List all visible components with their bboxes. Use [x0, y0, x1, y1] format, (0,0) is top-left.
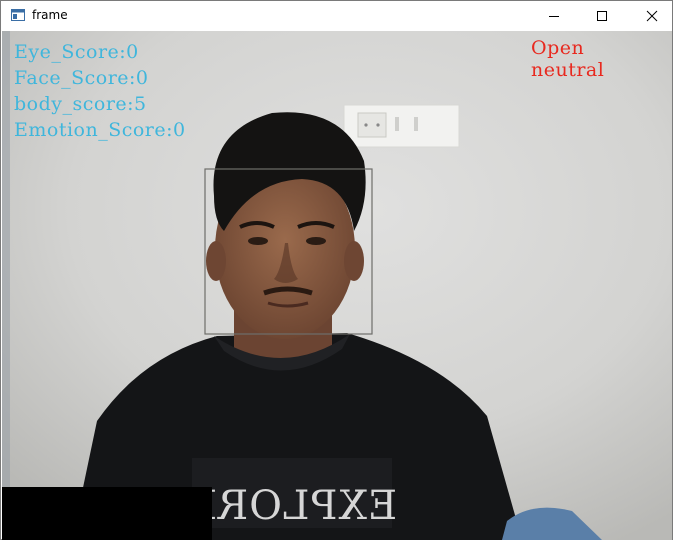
switch-board — [343, 104, 460, 148]
face-score-label: Face_Score:0 — [14, 67, 149, 89]
title-bar[interactable]: frame — [1, 1, 672, 31]
minimize-button[interactable] — [531, 1, 577, 31]
maximize-icon — [597, 11, 607, 21]
close-button[interactable] — [629, 1, 673, 31]
window-title: frame — [32, 8, 68, 22]
app-window-icon — [11, 9, 25, 21]
frame-window: frame EXPLORE Eye_Score:0 Face_Score:0 b… — [0, 0, 673, 540]
maximize-button[interactable] — [579, 1, 625, 31]
body-score-label: body_score:5 — [14, 93, 147, 115]
emotion-score-label: Emotion_Score:0 — [14, 119, 186, 141]
emotion-label: neutral — [531, 59, 605, 81]
video-frame: EXPLORE Eye_Score:0 Face_Score:0 body_sc… — [2, 31, 672, 540]
eye-score-label: Eye_Score:0 — [14, 41, 139, 63]
svg-text:EXPLORE: EXPLORE — [187, 483, 397, 529]
eye-state-label: Open — [531, 37, 585, 59]
minimize-icon — [549, 16, 559, 17]
close-icon — [646, 10, 658, 22]
